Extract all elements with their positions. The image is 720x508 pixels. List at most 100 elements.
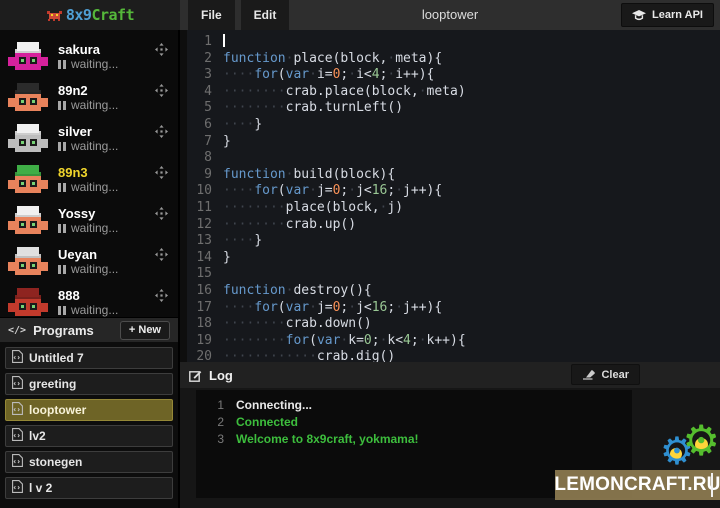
- pause-icon: [58, 265, 66, 274]
- program-item[interactable]: l v 2: [5, 477, 173, 499]
- line-number: 3: [187, 67, 223, 84]
- line-number: 8: [187, 150, 223, 167]
- player-status: waiting...: [58, 221, 118, 235]
- log-entry: 3Welcome to 8x9craft, yokmama!: [208, 431, 632, 448]
- player-row[interactable]: 888waiting...: [0, 282, 178, 317]
- code-text: ····for(var·i=0;·i<4;·i++){: [223, 67, 434, 84]
- move-player-button[interactable]: [155, 125, 168, 143]
- line-number: 19: [187, 333, 223, 350]
- code-text: [223, 34, 225, 51]
- player-row[interactable]: Yossywaiting...: [0, 200, 178, 241]
- player-list: sakurawaiting...89n2waiting... silverwait…: [0, 30, 178, 317]
- program-item[interactable]: stonegen: [5, 451, 173, 473]
- move-player-button[interactable]: [155, 166, 168, 184]
- pause-icon: [58, 142, 66, 151]
- player-avatar: [8, 288, 48, 318]
- player-name: Yossy: [58, 206, 118, 221]
- move-player-button[interactable]: [155, 248, 168, 266]
- player-row[interactable]: silverwaiting...: [0, 118, 178, 159]
- code-text: ········crab.down(): [223, 316, 372, 333]
- player-row[interactable]: 89n3waiting...: [0, 159, 178, 200]
- crab-logo-icon: [46, 9, 63, 22]
- log-entry: 1Connecting...: [208, 397, 632, 414]
- line-number: 13: [187, 233, 223, 250]
- player-status-label: waiting...: [71, 221, 118, 235]
- program-item[interactable]: Untitled 7: [5, 347, 173, 369]
- player-name: Ueyan: [58, 247, 118, 262]
- crab-avatar-icon: [8, 42, 48, 72]
- player-status: waiting...: [58, 139, 118, 153]
- program-item[interactable]: greeting: [5, 373, 173, 395]
- code-line: 1: [187, 34, 720, 51]
- player-avatar: [8, 247, 48, 277]
- program-file-icon: [12, 376, 23, 389]
- player-status-label: waiting...: [71, 303, 118, 317]
- programs-header: </> Programs + New: [0, 317, 178, 342]
- code-text: }: [223, 250, 231, 267]
- code-line: 6····}: [187, 117, 720, 134]
- program-item[interactable]: looptower: [5, 399, 173, 421]
- log-entry-number: 2: [208, 414, 224, 431]
- player-status-label: waiting...: [71, 139, 118, 153]
- move-player-icon: [155, 43, 168, 56]
- move-player-icon: [155, 125, 168, 138]
- code-text: function·build(block){: [223, 167, 395, 184]
- player-name: 888: [58, 288, 118, 303]
- code-text: ········crab.up(): [223, 217, 356, 234]
- player-row[interactable]: sakurawaiting...: [0, 36, 178, 77]
- code-line: 17····for(var·j=0;·j<16;·j++){: [187, 300, 720, 317]
- program-label: Untitled 7: [29, 351, 84, 365]
- program-file-icon: [12, 480, 23, 496]
- player-info: Yossywaiting...: [58, 206, 118, 235]
- code-line: 14}: [187, 250, 720, 267]
- player-info: Ueyanwaiting...: [58, 247, 118, 276]
- top-bar: 8x9Craft looptower File Edit Learn API: [0, 0, 720, 30]
- app-logo: 8x9Craft: [0, 0, 180, 30]
- line-number: 12: [187, 217, 223, 234]
- player-info: silverwaiting...: [58, 124, 118, 153]
- move-player-button[interactable]: [155, 84, 168, 102]
- player-info: 888waiting...: [58, 288, 118, 317]
- move-player-button[interactable]: [155, 43, 168, 61]
- line-number: 17: [187, 300, 223, 317]
- code-line: 10····for(var·j=0;·j<16;·j++){: [187, 183, 720, 200]
- player-status: waiting...: [58, 303, 118, 317]
- player-row[interactable]: 89n2waiting...: [0, 77, 178, 118]
- crab-avatar-icon: [8, 124, 48, 154]
- code-editor[interactable]: 12function·place(block,·meta){3····for(v…: [180, 30, 720, 362]
- program-file-icon: [12, 428, 23, 444]
- program-item[interactable]: lv2: [5, 425, 173, 447]
- file-menu-button[interactable]: File: [188, 0, 235, 30]
- clear-log-button[interactable]: Clear: [571, 364, 640, 385]
- program-file-icon: [12, 428, 23, 441]
- app-window: 8x9Craft looptower File Edit Learn API s…: [0, 0, 720, 508]
- move-player-icon: [155, 84, 168, 97]
- edit-menu-button[interactable]: Edit: [241, 0, 290, 30]
- player-row[interactable]: Ueyanwaiting...: [0, 241, 178, 282]
- code-text: ····for(var·j=0;·j<16;·j++){: [223, 300, 442, 317]
- move-player-icon: [155, 248, 168, 261]
- program-file-icon: [12, 350, 23, 366]
- player-name: 89n3: [58, 165, 118, 180]
- line-number: 9: [187, 167, 223, 184]
- code-line: 4········crab.place(block,·meta): [187, 84, 720, 101]
- player-avatar: [8, 124, 48, 154]
- code-line: 19········for(var·k=0;·k<4;·k++){: [187, 333, 720, 350]
- line-number: 10: [187, 183, 223, 200]
- app-title: 8x9Craft: [66, 6, 134, 24]
- code-line: 18········crab.down(): [187, 316, 720, 333]
- program-label: l v 2: [29, 481, 52, 495]
- code-text: ········for(var·k=0;·k<4;·k++){: [223, 333, 466, 350]
- pause-icon: [58, 224, 66, 233]
- code-line: 13····}: [187, 233, 720, 250]
- line-number: 5: [187, 100, 223, 117]
- player-avatar: [8, 165, 48, 195]
- learn-api-button[interactable]: Learn API: [621, 3, 714, 27]
- player-status: waiting...: [58, 262, 118, 276]
- move-player-button[interactable]: [155, 289, 168, 307]
- new-program-button[interactable]: + New: [120, 321, 170, 340]
- program-file-icon: [12, 480, 23, 493]
- code-line: 9function·build(block){: [187, 167, 720, 184]
- move-player-button[interactable]: [155, 207, 168, 225]
- program-file-icon: [12, 402, 23, 418]
